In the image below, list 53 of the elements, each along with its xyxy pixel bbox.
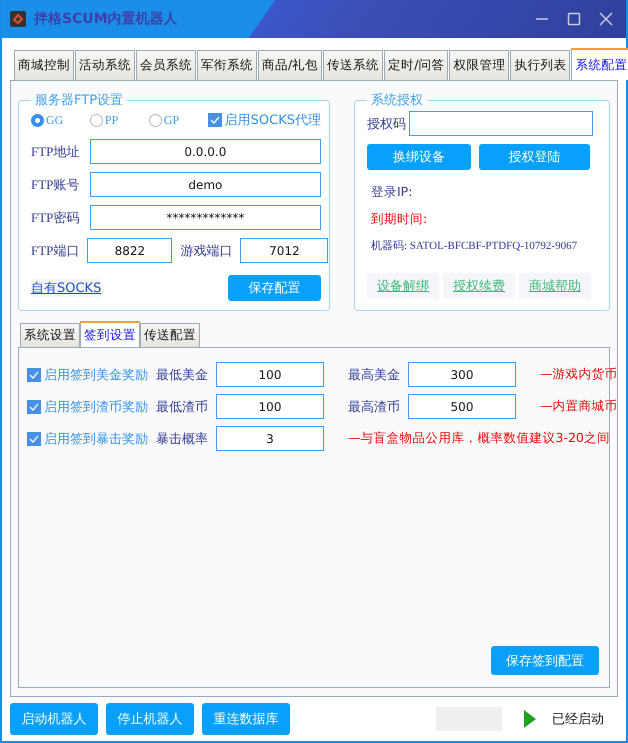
close-icon[interactable] <box>599 12 613 26</box>
tab[interactable]: 执行列表 <box>510 50 570 80</box>
tab[interactable]: 会员系统 <box>136 50 196 80</box>
input-field[interactable]: 3 <box>216 426 324 451</box>
expiry-text: 到期时间: <box>371 211 428 228</box>
note-text: —内置商城币 <box>540 398 618 415</box>
tab[interactable]: 签到设置 <box>80 321 140 347</box>
app-logo-icon <box>10 11 26 27</box>
input-field[interactable]: demo <box>90 172 321 197</box>
group-title: 服务器FTP设置 <box>34 92 124 109</box>
input-field[interactable]: 100 <box>216 362 324 387</box>
tab[interactable]: 传送配置 <box>140 323 200 347</box>
input-field[interactable]: 100 <box>216 394 324 419</box>
field-label: 授权码 <box>367 116 405 132</box>
check-icon <box>210 115 220 125</box>
tab[interactable]: 传送系统 <box>323 50 384 80</box>
tab[interactable]: 商城控制 <box>14 50 74 80</box>
machine-code-text: 机器码: SATOL-BFCBF-PTDFQ-10792-9067 <box>371 239 578 253</box>
input-field[interactable] <box>409 111 593 136</box>
field-label: 暴击概率 <box>156 430 208 448</box>
input-field[interactable]: 500 <box>408 394 516 419</box>
field-label: 最低美金 <box>156 366 208 384</box>
check-icon <box>29 434 39 444</box>
field-label: FTP账号 <box>31 176 80 194</box>
input-field[interactable]: 0.0.0.0 <box>90 139 321 164</box>
tab[interactable]: 商品/礼包 <box>258 50 322 80</box>
field-label: FTP地址 <box>31 142 80 160</box>
group-title: 系统授权 <box>370 92 424 109</box>
maximize-icon[interactable] <box>567 12 581 26</box>
tab[interactable]: 军衔系统 <box>197 50 257 80</box>
window-title: 拌格SCUM内置机器人 <box>34 10 179 28</box>
login-ip-text: 登录IP: <box>371 184 414 201</box>
socks-link[interactable]: 自有SOCKS <box>31 279 102 297</box>
check-icon <box>29 370 39 380</box>
check-icon <box>29 402 39 412</box>
field-label: FTP密码 <box>31 208 80 226</box>
field-label: 最高美金 <box>348 366 400 384</box>
status-text: 已经启动 <box>552 711 604 728</box>
tab[interactable]: 系统设置 <box>20 323 80 347</box>
field-label: 最低渣币 <box>156 398 208 416</box>
input-field[interactable]: 8822 <box>87 238 172 263</box>
input-field[interactable]: ************* <box>90 205 321 230</box>
tab[interactable]: 定时/问答 <box>384 50 448 80</box>
field-label: FTP端口 <box>31 242 80 260</box>
field-label: 最高渣币 <box>348 398 400 416</box>
input-field[interactable]: 7012 <box>240 238 328 263</box>
tab[interactable]: 系统配置 <box>571 48 628 80</box>
tab[interactable]: 权限管理 <box>449 50 510 80</box>
field-label: 游戏端口 <box>180 242 232 260</box>
tab[interactable]: 活动系统 <box>75 50 135 80</box>
note-text: —游戏内货币 <box>540 366 618 383</box>
input-field[interactable]: 300 <box>408 362 516 387</box>
note-text: —与盲盒物品公用库，概率数值建议3-20之间 <box>348 430 610 447</box>
